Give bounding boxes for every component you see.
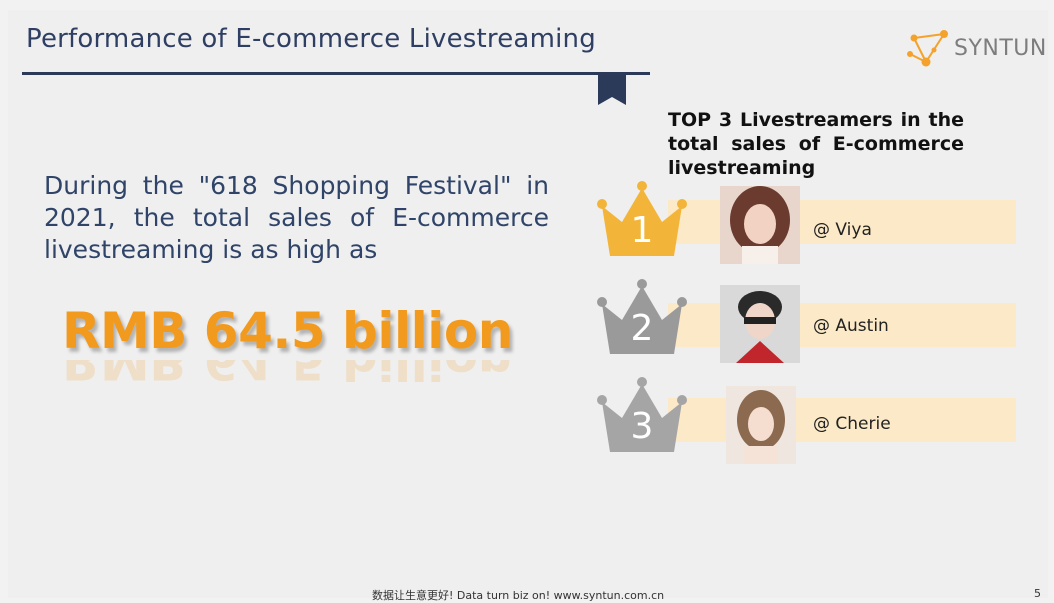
- syntun-logo-icon: [907, 30, 948, 67]
- title-underline: [22, 72, 650, 75]
- avatar-viya: [720, 186, 800, 264]
- avatar-cherie: [726, 386, 806, 464]
- rank-number-1: 1: [630, 210, 654, 251]
- top3-heading: TOP 3 Livestreamers in the total sales o…: [668, 109, 964, 179]
- sales-figure-reflection: RMB 64.5 billion: [62, 360, 513, 390]
- slide: Performance of E-commerce Livestreaming …: [8, 10, 1048, 598]
- rank-number-2: 2: [630, 308, 654, 349]
- slide-title: Performance of E-commerce Livestreaming: [26, 24, 596, 54]
- rank-number-3: 3: [630, 406, 654, 447]
- sales-figure: RMB 64.5 billion: [62, 302, 513, 360]
- handle-cherie: @ Cherie: [813, 414, 891, 434]
- syntun-logo: SYNTUN: [904, 26, 1054, 74]
- intro-text: During the "618 Shopping Festival" in 20…: [44, 171, 549, 264]
- bookmark-icon: [598, 75, 626, 105]
- brand-name: SYNTUN: [954, 36, 1047, 61]
- avatar-austin: [720, 285, 800, 363]
- handle-austin: @ Austin: [813, 316, 889, 336]
- page-number: 5: [1034, 587, 1041, 600]
- handle-viya: @ Viya: [813, 220, 872, 240]
